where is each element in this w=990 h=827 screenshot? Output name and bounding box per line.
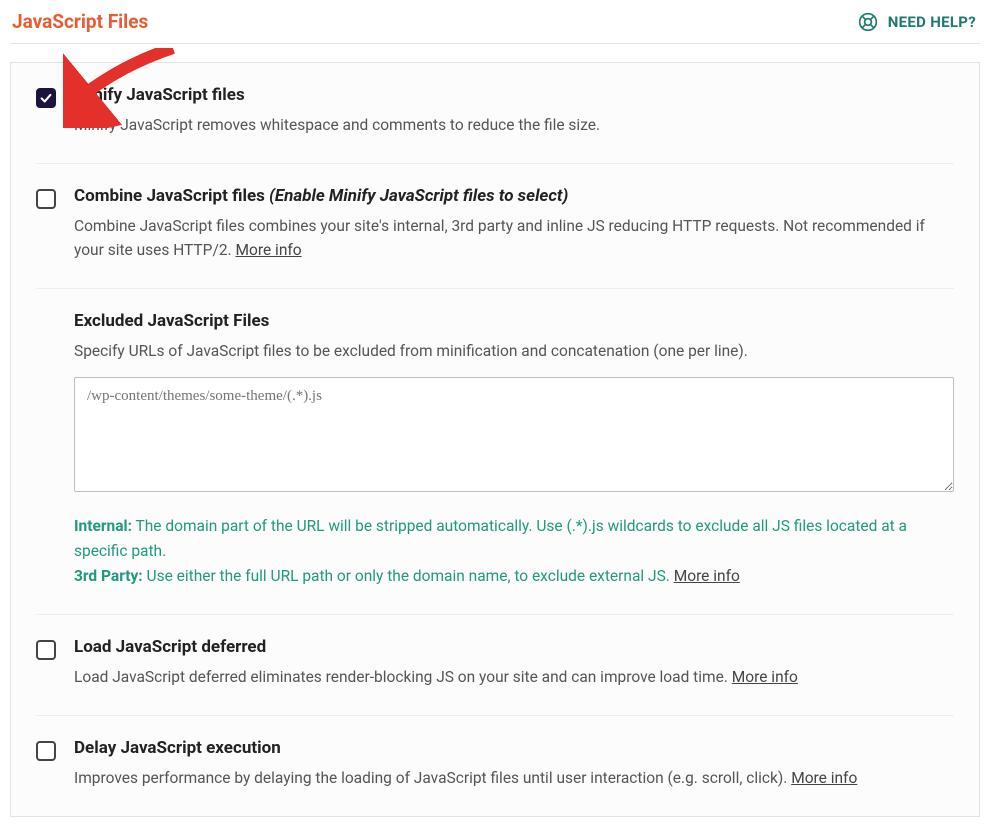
option-excluded: Excluded JavaScript Files Specify URLs o… [36, 289, 954, 615]
delay-desc: Improves performance by delaying the loa… [74, 766, 954, 790]
help-label: NEED HELP? [888, 13, 976, 31]
combine-checkbox[interactable] [36, 189, 56, 209]
option-combine: Combine JavaScript files (Enable Minify … [36, 164, 954, 289]
deferred-title: Load JavaScript deferred [74, 637, 954, 657]
note-internal-text: The domain part of the URL will be strip… [74, 517, 907, 560]
minify-title: Minify JavaScript files [74, 85, 954, 105]
note-3rd-label: 3rd Party: [74, 567, 143, 585]
deferred-desc: Load JavaScript deferred eliminates rend… [74, 665, 954, 689]
deferred-checkbox[interactable] [36, 640, 56, 660]
deferred-more-info-link[interactable]: More info [732, 668, 798, 686]
help-icon [858, 12, 878, 32]
excluded-desc: Specify URLs of JavaScript files to be e… [74, 339, 954, 363]
note-internal-label: Internal: [74, 517, 132, 535]
section-header: JavaScript Files NEED HELP? [10, 10, 980, 44]
combine-more-info-link[interactable]: More info [236, 241, 302, 259]
excluded-more-info-link[interactable]: More info [674, 567, 740, 585]
option-minify: Minify JavaScript files Minify JavaScrip… [36, 63, 954, 164]
settings-panel: Minify JavaScript files Minify JavaScrip… [10, 62, 980, 817]
excluded-textarea[interactable] [74, 377, 954, 492]
delay-more-info-link[interactable]: More info [791, 769, 857, 787]
minify-checkbox[interactable] [36, 88, 56, 108]
combine-desc: Combine JavaScript files combines your s… [74, 214, 954, 262]
note-3rd-text: Use either the full URL path or only the… [143, 567, 674, 585]
delay-title: Delay JavaScript execution [74, 738, 954, 758]
need-help-link[interactable]: NEED HELP? [858, 12, 976, 32]
combine-hint: (Enable Minify JavaScript files to selec… [269, 186, 568, 206]
minify-desc: Minify JavaScript removes whitespace and… [74, 113, 954, 137]
option-delay: Delay JavaScript execution Improves perf… [36, 716, 954, 816]
excluded-title: Excluded JavaScript Files [74, 311, 954, 331]
delay-checkbox[interactable] [36, 741, 56, 761]
option-deferred: Load JavaScript deferred Load JavaScript… [36, 615, 954, 716]
excluded-note: Internal: The domain part of the URL wil… [74, 514, 954, 588]
combine-title: Combine JavaScript files (Enable Minify … [74, 186, 954, 206]
section-title: JavaScript Files [12, 10, 148, 33]
